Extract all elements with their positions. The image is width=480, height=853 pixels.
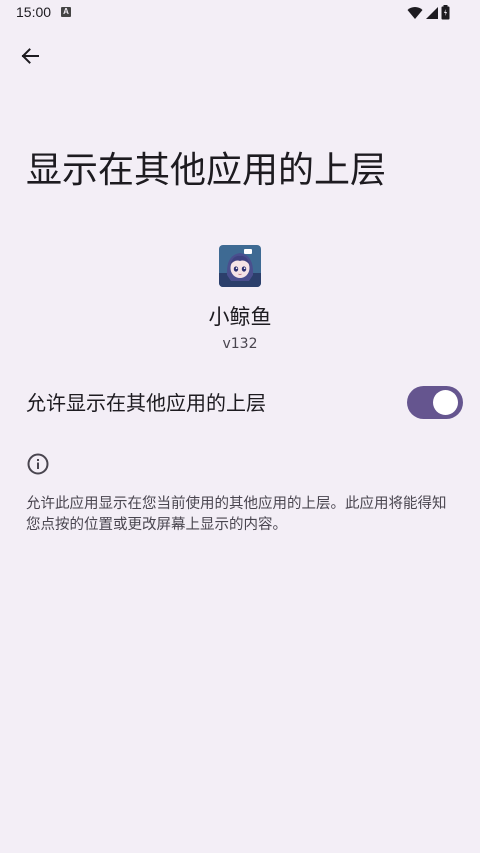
overlay-permission-row[interactable]: 允许显示在其他应用的上层 — [0, 376, 480, 430]
app-name: 小鲸鱼 — [208, 305, 272, 329]
signal-icon — [426, 6, 438, 19]
battery-icon — [441, 5, 450, 20]
a-letter-icon: A — [61, 7, 71, 17]
page-title: 显示在其他应用的上层 — [26, 150, 387, 191]
info-icon — [27, 453, 49, 475]
arrow-back-icon — [21, 48, 39, 64]
overlay-permission-label: 允许显示在其他应用的上层 — [26, 391, 266, 415]
app-icon — [219, 245, 261, 287]
overlay-permission-switch[interactable] — [407, 386, 463, 419]
status-bar: 15:00 A — [0, 0, 480, 26]
status-time: 15:00 — [16, 4, 52, 20]
back-button[interactable] — [14, 40, 46, 72]
permission-description: 允许此应用显示在您当前使用的其他应用的上层。此应用将能得知您点按的位置或更改屏幕… — [26, 496, 447, 533]
status-icons — [407, 5, 450, 20]
app-version: v132 — [222, 336, 258, 352]
switch-thumb — [433, 390, 458, 415]
wifi-icon — [407, 6, 423, 19]
